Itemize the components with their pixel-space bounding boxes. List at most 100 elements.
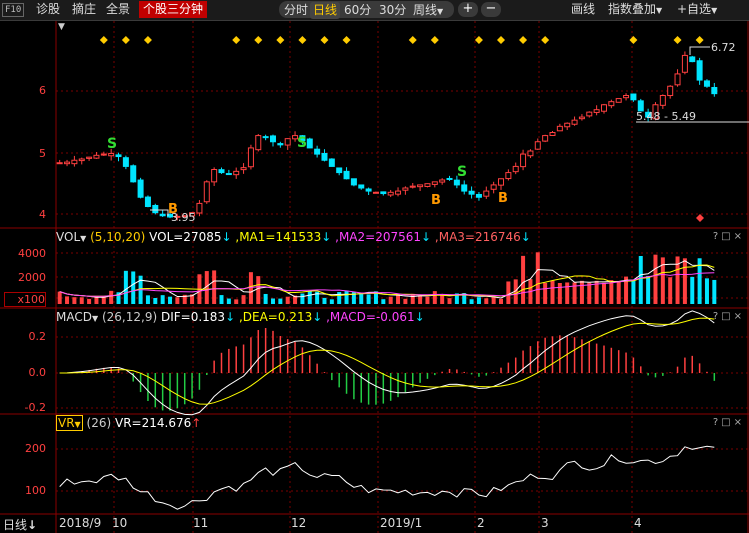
candle-body <box>365 188 372 192</box>
period-30min[interactable]: 30分 <box>376 2 409 19</box>
candle-body <box>674 73 681 86</box>
signal-diamond <box>474 36 483 44</box>
candle-body <box>689 56 696 63</box>
f10-button[interactable]: F10 <box>2 3 25 17</box>
candle-body <box>277 143 284 146</box>
vr-pane-controls[interactable]: ?□× <box>713 415 745 431</box>
candle-body <box>350 178 357 186</box>
caret-down-icon: ▼ <box>656 6 663 15</box>
candle-body <box>387 191 394 196</box>
period-60min[interactable]: 60分 <box>341 2 374 19</box>
candle-body <box>93 154 100 159</box>
vol-indicator-dropdown[interactable]: VOL▼ <box>56 230 86 244</box>
candle-body <box>255 135 262 151</box>
signal-diamond <box>254 36 263 44</box>
volume-bar <box>366 294 371 304</box>
vr-tick-200: 200 <box>25 442 46 455</box>
chart-canvas[interactable] <box>0 21 749 533</box>
stock-3min-tab[interactable]: 个股三分钟 <box>139 1 208 18</box>
macd-dif: DIF=0.183 <box>160 310 226 324</box>
volume-bar <box>344 290 349 304</box>
volume-bar <box>491 296 496 304</box>
vr-indicator-dropdown[interactable]: VR▼ <box>56 415 83 431</box>
period-intraday[interactable]: 分时 <box>281 2 311 19</box>
candle-body <box>144 196 151 207</box>
volume-bar <box>270 298 275 304</box>
volume-bar <box>87 298 92 304</box>
candle-body <box>247 147 254 168</box>
index-overlay-dropdown[interactable]: 指数叠加▼ <box>606 1 664 18</box>
volume-bar <box>72 297 77 304</box>
vol-ma1: ,MA1=141533 <box>235 230 322 244</box>
candle-body <box>490 184 497 190</box>
volume-bar <box>631 279 636 304</box>
volume-bar <box>557 282 562 304</box>
vr-params[interactable]: (26) <box>87 416 112 430</box>
signal-diamond <box>121 36 130 44</box>
zoom-in-button[interactable]: + <box>458 2 478 17</box>
vr-tick-100: 100 <box>25 484 46 497</box>
add-watchlist-dropdown[interactable]: +自选▼ <box>675 1 719 18</box>
macd-header: MACD▼ (26,12,9) DIF=0.183↓ ,DEA=0.213↓ ,… <box>56 309 425 325</box>
vol-params[interactable]: (5,10,20) <box>90 230 145 244</box>
candle-body <box>56 162 63 165</box>
volume-bar <box>388 296 393 304</box>
volume-bar <box>690 276 695 304</box>
zoom-out-button[interactable]: − <box>481 2 501 17</box>
price-pane-menu-icon[interactable]: ▼ <box>58 22 65 32</box>
candle-body <box>431 181 438 185</box>
candle-body <box>218 169 225 174</box>
volume-bar <box>601 282 606 304</box>
high-price-label: 6.72 <box>711 41 736 54</box>
volume-bar <box>499 298 504 304</box>
volume-bar <box>109 290 114 304</box>
volume-bar <box>278 298 283 304</box>
vol-value: VOL=27085 <box>149 230 222 244</box>
candle-body <box>564 122 571 128</box>
vol-ma2-line <box>59 264 715 297</box>
macd-params[interactable]: (26,12,9) <box>102 310 157 324</box>
candle-body <box>321 152 328 161</box>
candle-body <box>600 104 607 112</box>
volume-bar <box>425 296 430 304</box>
diagnose-button[interactable]: 诊股 <box>34 1 62 18</box>
panorama-button[interactable]: 全景 <box>104 1 132 18</box>
vol-tick-2000: 2000 <box>18 271 46 284</box>
signal-diamond <box>695 36 704 44</box>
down-arrow-icon: ↓ <box>421 230 432 244</box>
vol-pane-controls[interactable]: ?□× <box>713 229 745 245</box>
volume-bar <box>337 292 342 304</box>
candle-body <box>130 165 137 183</box>
down-arrow-icon: ↓ <box>225 310 236 324</box>
volume-bar <box>241 295 246 304</box>
macd-pane <box>59 310 716 416</box>
period-switch-button[interactable]: 日线↓ <box>3 516 37 533</box>
vol-unit-label: x100 <box>4 292 46 307</box>
candle-body <box>424 183 431 187</box>
candle-body <box>417 184 424 188</box>
candle-body <box>571 119 578 125</box>
volume-bar <box>285 296 290 304</box>
dea-line <box>59 317 715 405</box>
candle-body <box>659 95 666 106</box>
candle-body <box>306 138 313 149</box>
period-more-dropdown[interactable]: 周线▼ <box>410 2 446 19</box>
dealer-button[interactable]: 摘庄 <box>70 1 98 18</box>
volume-bar <box>131 271 136 304</box>
period-group: 分时 日线 60分 30分 周线▼ <box>279 1 454 19</box>
x-label-2019-1: 2019/1 <box>380 516 423 530</box>
candle-body <box>527 150 534 157</box>
candle-body <box>86 156 93 159</box>
period-daily[interactable]: 日线 <box>310 2 341 19</box>
candle-body <box>468 190 475 195</box>
signal-diamond <box>342 36 351 44</box>
vol-ma3: ,MA3=216746 <box>434 230 521 244</box>
candle-body <box>630 93 637 101</box>
candle-body <box>262 136 269 139</box>
draw-line-button[interactable]: 画线 <box>569 1 597 18</box>
vr-header: VR▼ (26) VR=214.676↑ <box>56 415 201 431</box>
x-label-3: 3 <box>541 516 549 530</box>
macd-indicator-dropdown[interactable]: MACD▼ <box>56 310 98 324</box>
macd-pane-controls[interactable]: ?□× <box>713 309 745 325</box>
candle-body <box>203 181 210 203</box>
